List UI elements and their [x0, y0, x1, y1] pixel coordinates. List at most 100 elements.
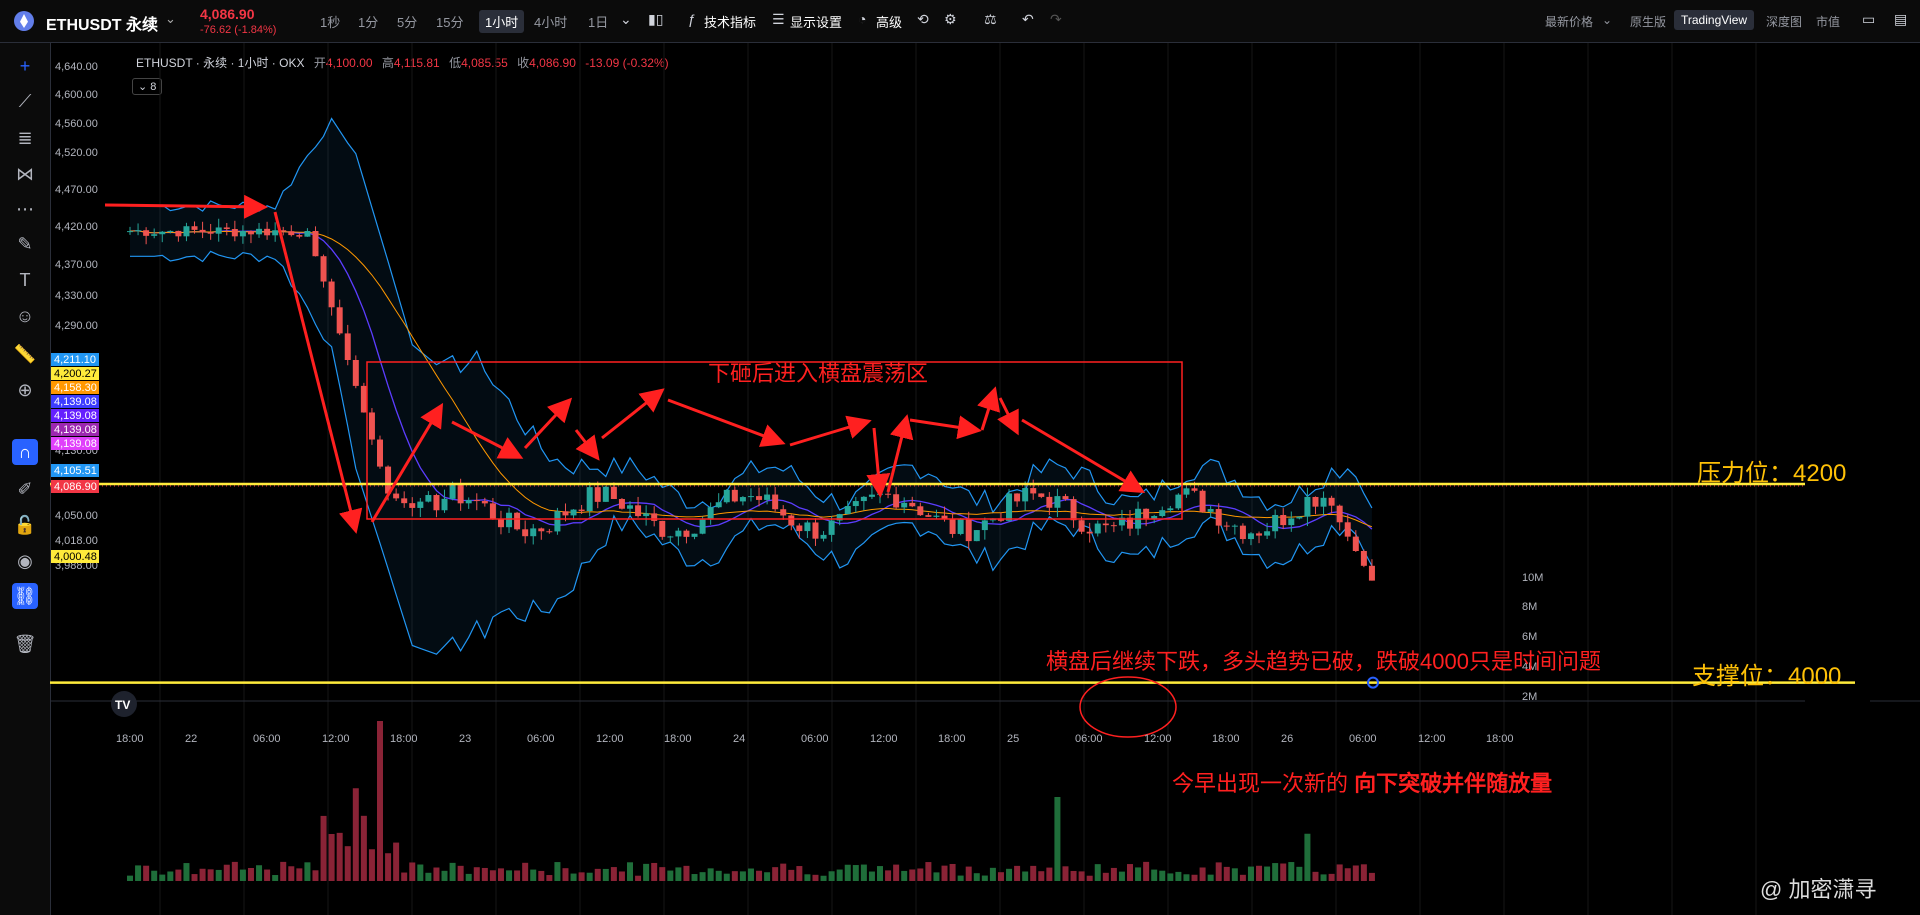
tf-1h[interactable]: 1小时 [479, 10, 525, 33]
magnet-icon[interactable]: ∩ [12, 439, 38, 465]
candle-body [441, 498, 448, 511]
pattern-icon[interactable]: ⋈ [12, 161, 38, 187]
volume-bar [562, 868, 569, 881]
candle-body [1360, 551, 1367, 566]
candle-body [643, 513, 650, 517]
candle-body [1014, 493, 1021, 502]
view-tradingview[interactable]: TradingView [1674, 10, 1755, 30]
volume-bar [868, 871, 875, 881]
tf-5m[interactable]: 5分 [397, 12, 417, 31]
candle-body [328, 281, 335, 308]
volume-bar [1368, 872, 1375, 881]
tf-4h[interactable]: 4小时 [534, 12, 567, 31]
lock-icon[interactable]: 🔓 [12, 512, 38, 538]
candle-body [1207, 509, 1214, 512]
tf-1d[interactable]: 1日 [588, 12, 608, 31]
zoom-in-icon[interactable]: ⊕ [12, 377, 38, 403]
volume-bar [772, 867, 779, 881]
price-marker-label: 4,139.08 [54, 396, 97, 408]
volume-bar [127, 875, 133, 881]
fib-icon[interactable]: ≣ [12, 125, 38, 151]
chevron-down-icon[interactable]: ⌄ [165, 11, 176, 27]
price-axis-tick: 4,370.00 [55, 259, 98, 271]
trash-icon[interactable]: 🗑 [12, 631, 38, 657]
volume-bar [715, 870, 722, 881]
gear-icon[interactable]: ⚙ [944, 11, 957, 28]
candle-body [199, 229, 206, 233]
emoji-icon[interactable]: ☺ [12, 303, 38, 329]
symbol-selector[interactable]: ETHUSDT 永续 [46, 11, 158, 35]
volume-bar [586, 872, 593, 881]
candle-body [772, 494, 779, 510]
volume-bar [256, 865, 263, 881]
advanced-button[interactable]: 高级 [876, 12, 902, 31]
volume-bar [957, 875, 964, 881]
volume-bar [199, 868, 206, 881]
candle-body [651, 513, 658, 521]
volume-bar [1344, 868, 1351, 881]
time-axis-tick: 06:00 [801, 733, 829, 745]
candle-body [1272, 514, 1279, 532]
indicators-button[interactable]: 技术指标 [704, 12, 756, 31]
parallel-icon[interactable]: ⋯ [12, 196, 38, 222]
price-type-select[interactable]: 最新价格 [1545, 13, 1593, 30]
candle-body [425, 495, 432, 502]
volume-bar [844, 864, 851, 881]
candle-body [1191, 488, 1198, 491]
volume-bar [1022, 871, 1029, 881]
lock-pen-icon[interactable]: ✐ [12, 476, 38, 502]
candle-body [1215, 509, 1222, 526]
scale-icon[interactable]: ⚖ [984, 11, 997, 28]
volume-highlight-circle [1079, 676, 1177, 738]
view-market-cap[interactable]: 市值 [1816, 13, 1840, 30]
volume-bar [1143, 861, 1150, 881]
candle-body [409, 503, 416, 508]
candle-body [973, 530, 980, 542]
volume-bar [925, 862, 932, 881]
volume-bar [401, 872, 408, 881]
ruler-icon[interactable]: 📏 [12, 341, 38, 367]
display-settings-button[interactable]: 显示设置 [790, 12, 842, 31]
volume-bar [215, 869, 222, 881]
volume-bar [328, 833, 335, 881]
trendline-icon[interactable]: ⟋ [12, 88, 38, 114]
volume-bar [675, 867, 682, 881]
brush-icon[interactable]: ✎ [12, 231, 38, 257]
candle-body [957, 518, 964, 534]
candle-body [747, 496, 754, 498]
tf-1s[interactable]: 1秒 [320, 12, 340, 31]
time-axis-tick: 18:00 [1486, 733, 1514, 745]
layout-icon[interactable]: ▤ [1894, 11, 1907, 28]
fullscreen-icon[interactable]: ▭ [1862, 11, 1875, 28]
price-axis-tick: 4,640.00 [55, 61, 98, 73]
volume-bar [1094, 864, 1101, 881]
volume-bar [1086, 875, 1093, 881]
link-icon[interactable]: ⛓ [12, 583, 38, 609]
volume-bar [836, 869, 843, 881]
volume-bar [151, 870, 158, 881]
redo-icon[interactable]: ↷ [1050, 11, 1062, 28]
price-marker-label: 4,086.90 [54, 481, 97, 493]
tf-15m[interactable]: 15分 [436, 12, 463, 31]
eye-icon[interactable]: ◉ [12, 548, 38, 574]
snapshot-icon[interactable]: ⟲ [917, 11, 929, 28]
chevron-down-icon[interactable]: ⌄ [1602, 13, 1612, 27]
candle-body [1030, 488, 1037, 494]
candle-type-icon[interactable]: ▮▯ [648, 11, 663, 28]
candle-body [1344, 522, 1351, 537]
view-depth[interactable]: 深度图 [1766, 13, 1802, 30]
tf-1m[interactable]: 1分 [358, 12, 378, 31]
volume-bar [1175, 871, 1182, 881]
view-native[interactable]: 原生版 [1630, 13, 1666, 30]
undo-icon[interactable]: ↶ [1022, 11, 1034, 28]
price-change: -76.62 (-1.84%) [200, 24, 277, 36]
chevron-down-icon[interactable]: ⌄ [620, 11, 632, 28]
price-chart[interactable]: 4,680.00 4,640.00 4,600.00 4,560.00 4,520.00… [50, 43, 1920, 915]
price-axis-tick: 4,018.00 [55, 535, 98, 547]
candle-body [473, 500, 480, 502]
candle-body [1143, 508, 1150, 519]
crosshair-icon[interactable]: + [12, 53, 38, 79]
candle-body [1102, 523, 1109, 526]
volume-bar [530, 869, 537, 881]
text-icon[interactable]: T [12, 267, 38, 293]
